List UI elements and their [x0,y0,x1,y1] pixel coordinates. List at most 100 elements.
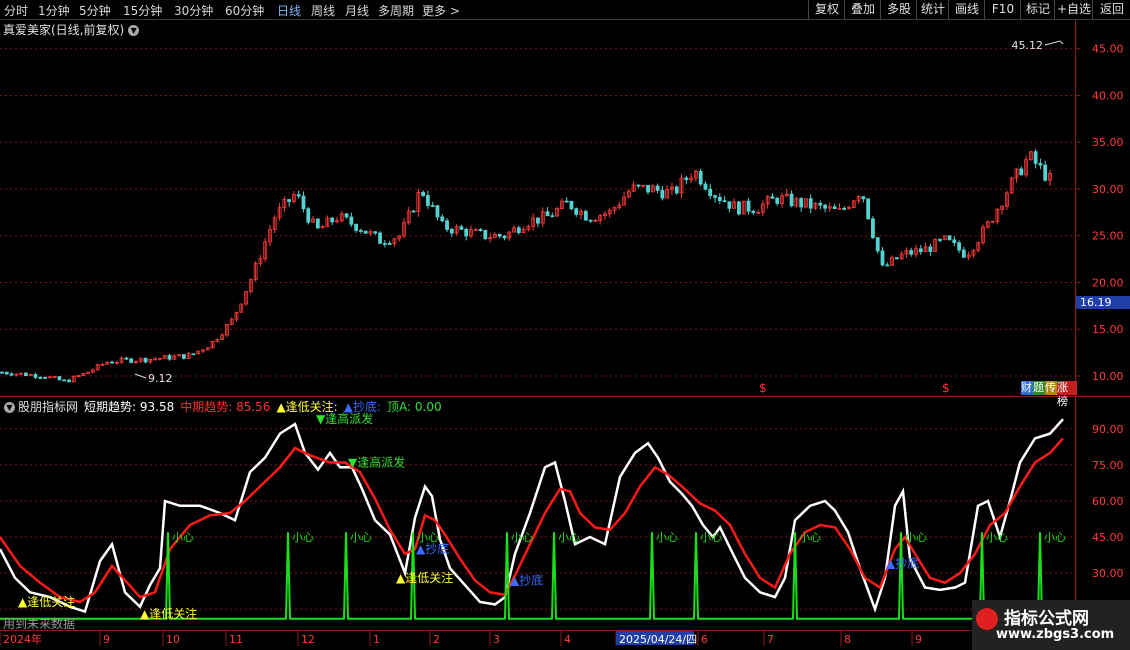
watermark: 指标公式网 www.zbgs3.com [972,600,1130,650]
candle-body [684,177,689,181]
short-trend-value: 短期趋势: 93.58 [84,400,175,414]
candle-body [378,232,382,244]
candle-body [421,191,426,196]
candle-body [445,220,449,230]
candle-body [703,183,708,190]
candle-body [808,198,813,209]
candle-body [866,198,871,220]
candle-body [359,230,363,232]
indicator-title-bar: ▼ 股朋指标网 短期趋势: 93.58 中期趋势: 85.56 ▲逢低关注: ▲抄底: 顶A… [4,398,448,415]
price-tick-label: 20.00 [1092,276,1124,289]
chart-canvas[interactable]: 45.00 40.00 35.00 30.00 25.00 20.00 15.00 10.00… [0,0,1130,650]
candle-body [722,200,727,203]
candle-body [440,216,445,222]
candle-body [545,211,550,217]
candle-body [737,201,741,215]
careful-signal-label: 小心 [558,531,580,544]
indicator-tick-label: 60.00 [1092,495,1124,508]
careful-signal-label: 小心 [986,531,1008,544]
time-axis-label: 6 [701,633,708,646]
candle-body [961,249,966,258]
candle-body [330,217,335,223]
chevron-down-icon[interactable]: ▼ [4,402,15,413]
candle-body [296,194,301,197]
bottom-signal: ▲抄底 [510,572,543,587]
price-tick-label: 10.00 [1092,370,1124,383]
watermark-title: 指标公式网 [1004,609,1089,629]
low-attention-label: ▲逢低关注: [276,400,338,414]
top-gainers-badge[interactable]: 涨榜 [1057,381,1077,408]
candle-body [550,215,555,218]
candle-body [459,226,464,230]
candle-body [33,374,38,378]
candle-body [717,196,722,202]
price-tick-label: 40.00 [1092,89,1124,102]
low-price-annotation: 9.12 [148,372,173,385]
bottom-signal: ▲抄底 [886,555,919,570]
candle-body [861,196,866,200]
candle-body [674,186,679,194]
candle-body [564,200,569,203]
candle-body [799,198,804,208]
candle-body [823,204,827,209]
candle-body [449,229,454,234]
candle-body [387,243,392,245]
candle-body [646,184,650,193]
candle-body [909,250,914,255]
candle-body [952,239,957,244]
candle-body [0,371,4,374]
candle-body [363,230,368,234]
candle-body [62,379,67,382]
site-logo-icon [976,608,998,630]
candle-body [430,205,435,207]
low-attention-signal: ▲逢低关注 [396,570,453,585]
candle-body [842,208,847,210]
candle-body [143,357,148,363]
candle-body [38,376,43,379]
dividend-icon[interactable]: $ [942,381,950,395]
candle-body [1033,151,1038,164]
careful-signal-label: 小心 [350,531,372,544]
candle-body [918,248,923,253]
candle-body [818,202,823,206]
candle-body [516,227,521,233]
news-badge[interactable]: 传 [1045,381,1057,395]
candle-body [588,219,593,222]
current-price-tag: 16.19 [1076,296,1130,309]
candle-body [411,210,416,213]
candle-body [478,229,483,231]
candle-body [349,216,354,225]
candle-body [894,257,899,260]
candle-body [789,193,794,207]
candle-body [43,377,47,379]
candle-body [928,246,933,252]
indicator-name[interactable]: 股朋指标网 [18,400,78,414]
candle-body [770,196,775,199]
high-sell-signal: ▼逢高派发 [348,454,405,469]
candle-body [751,210,756,214]
candle-body [301,195,306,210]
price-tick-label: 35.00 [1092,136,1124,149]
dividend-icon[interactable]: $ [759,381,767,395]
candle-body [708,188,713,197]
candle-body [636,184,641,187]
candle-body [129,358,134,363]
candle-body [775,197,780,204]
candle-body [435,205,440,218]
watermark-url: www.zbgs3.com [996,627,1115,642]
high-pointer-icon [1044,40,1064,46]
finance-badge[interactable]: 财 [1021,381,1033,395]
time-axis-label: 11 [229,633,243,646]
candle-body [727,201,732,209]
bottom-label: ▲抄底: [343,400,382,414]
candle-body [713,195,717,198]
topic-badge[interactable]: 题 [1033,381,1045,395]
candle-body [306,208,311,223]
candle-body [57,376,62,381]
price-tick-label: 30.00 [1092,183,1124,196]
time-axis-label: 7 [767,633,774,646]
candle-body [938,239,942,241]
careful-signal-label: 小心 [172,531,194,544]
candle-body [354,223,359,231]
candle-body [1038,163,1043,166]
